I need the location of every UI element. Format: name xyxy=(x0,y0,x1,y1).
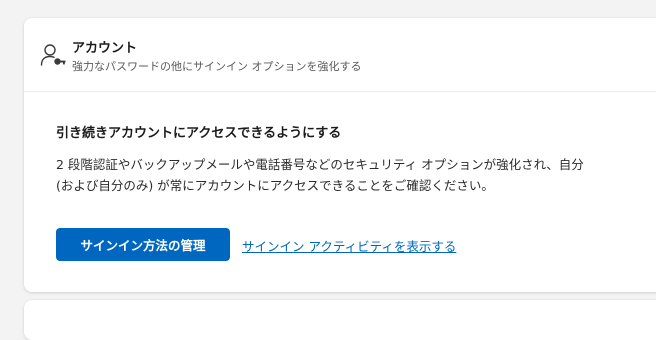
person-key-icon xyxy=(38,40,68,70)
section-description: 2 段階認証やバックアップメールや電話番号などのセキュリティ オプションが強化さ… xyxy=(56,157,584,193)
account-subtitle: 強力なパスワードの他にサインイン オプションを強化する xyxy=(72,60,362,73)
next-card xyxy=(24,300,656,340)
account-title: アカウント xyxy=(72,41,138,56)
view-sign-in-activity-link[interactable]: サインイン アクティビティを表示する xyxy=(242,236,456,255)
manage-sign-in-methods-button[interactable]: サインイン方法の管理 xyxy=(56,228,230,261)
section-heading: 引き続きアカウントにアクセスできるようにする xyxy=(56,126,342,141)
account-card: アカウント 強力なパスワードの他にサインイン オプションを強化する 引き続きアカ… xyxy=(24,18,656,292)
account-card-header: アカウント 強力なパスワードの他にサインイン オプションを強化する xyxy=(24,18,656,92)
